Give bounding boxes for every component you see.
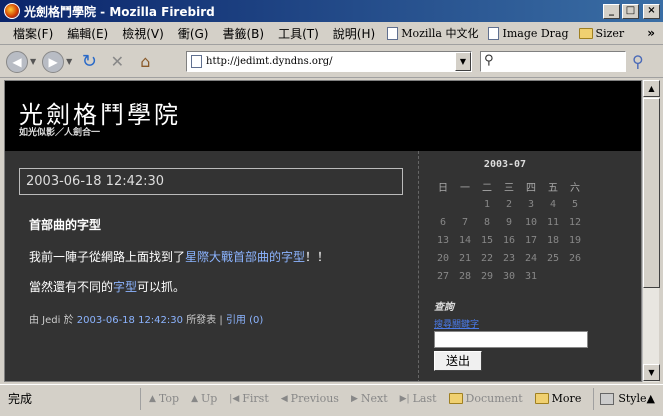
folder-icon xyxy=(448,393,463,404)
folder-icon xyxy=(534,393,549,404)
menu-file[interactable]: 檔案(F) xyxy=(6,23,60,44)
sidebar: 2003-07 日 一 二 三 四 五 六 12345 6 7 8 9 10 11 12 1… xyxy=(420,151,641,381)
maximize-button[interactable]: □ xyxy=(622,3,639,19)
status-text: 完成 xyxy=(0,387,141,410)
font-link[interactable]: 星際大戰首部曲的字型 xyxy=(185,250,305,264)
post-footer: 由 Jedi 於 2003-06-18 12:42:30 所發表 | 引用 (0… xyxy=(29,315,264,326)
post-title: 首部曲的字型 xyxy=(29,218,102,232)
previous-icon: ◀ xyxy=(280,393,288,404)
nav-up[interactable]: ▲ Up xyxy=(191,392,217,405)
menu-view[interactable]: 檢視(V) xyxy=(115,23,171,44)
scroll-up-icon[interactable]: ▲ xyxy=(643,80,660,97)
permalink[interactable]: 2003-06-18 12:42:30 xyxy=(77,315,183,326)
search-heading: 查詢 xyxy=(434,302,454,313)
page-icon xyxy=(488,26,500,40)
close-button[interactable]: × xyxy=(643,3,660,19)
site-subtitle: 如光似影／人劍合一 xyxy=(19,128,101,138)
post-date-header: 2003-06-18 12:42:30 xyxy=(19,168,403,195)
navigation-toolbar: ◀ ▼ ▶ ▼ ↻ ✕ ⌂ http://jedimt.dyndns.org/ … xyxy=(0,46,663,78)
menu-tools[interactable]: 工具(T) xyxy=(271,23,326,44)
nav-first[interactable]: |◀ First xyxy=(229,392,268,405)
search-input[interactable] xyxy=(499,54,619,66)
address-input[interactable]: http://jedimt.dyndns.org/ xyxy=(206,56,455,67)
calendar-caption: 2003-07 xyxy=(483,159,527,170)
up-arrow-icon: ▲ xyxy=(148,393,156,404)
bookmark-mozilla-zh[interactable]: Mozilla 中文化 xyxy=(382,23,483,43)
site-navigation-bar: ▲ Top ▲ Up |◀ First ◀ Previous ▶ Next ▶| Last … xyxy=(141,392,593,405)
search-icon: ⚲ xyxy=(484,53,494,68)
calendar-week: 27 28 29 30 31 xyxy=(436,270,538,282)
nav-next[interactable]: ▶ Next xyxy=(351,392,388,405)
menu-go[interactable]: 衝(G) xyxy=(171,23,216,44)
calendar-week: 12345 xyxy=(483,198,579,210)
calendar-week: 6 7 8 9 10 11 12 xyxy=(439,216,582,228)
title-bar: 光劍格鬥學院 - Mozilla Firebird _ □ × xyxy=(0,0,663,22)
reload-icon[interactable]: ↻ xyxy=(78,51,100,73)
scroll-thumb[interactable] xyxy=(643,98,660,288)
last-icon: ▶| xyxy=(399,393,410,404)
nav-document[interactable]: Document xyxy=(448,392,523,405)
search-submit-button[interactable]: 送出 xyxy=(434,351,482,371)
calendar: 日 一 二 三 四 五 六 12345 6 7 8 9 10 11 12 13 14 15 16 1… xyxy=(432,177,586,285)
window-title: 光劍格鬥學院 - Mozilla Firebird xyxy=(24,4,215,19)
nav-top[interactable]: ▲ Top xyxy=(149,392,179,405)
status-bar: 完成 ▲ Top ▲ Up |◀ First ◀ Previous ▶ Next ▶| La… xyxy=(0,384,663,412)
calendar-week: 13 14 15 16 17 18 19 xyxy=(436,234,582,246)
back-dropdown-icon[interactable]: ▼ xyxy=(30,57,36,66)
style-icon xyxy=(600,392,615,405)
scroll-down-icon[interactable]: ▼ xyxy=(643,364,660,381)
menu-bookmarks[interactable]: 書籤(B) xyxy=(215,23,271,44)
menu-help[interactable]: 說明(H) xyxy=(326,23,382,44)
site-search-input[interactable] xyxy=(434,331,588,348)
up-arrow-icon: ▲ xyxy=(191,393,198,404)
address-dropdown-button[interactable]: ▼ xyxy=(455,52,471,71)
search-keyword-link[interactable]: 搜尋關鍵字 xyxy=(434,317,479,330)
folder-icon xyxy=(578,27,593,39)
trackback-link[interactable]: 引用 (0) xyxy=(226,315,263,326)
back-button[interactable]: ◀ xyxy=(6,50,28,73)
minimize-button[interactable]: _ xyxy=(603,3,620,19)
menu-edit[interactable]: 編輯(E) xyxy=(60,23,115,44)
main-column: 2003-06-18 12:42:30 首部曲的字型 我前一陣子從網路上面找到了… xyxy=(5,151,419,381)
firebird-icon xyxy=(4,3,20,19)
nav-more[interactable]: More xyxy=(534,392,581,405)
fonts-link[interactable]: 字型 xyxy=(113,280,137,294)
style-button[interactable]: Style▲ xyxy=(593,387,663,410)
page-viewport: 光劍格鬥學院 如光似影／人劍合一 2003-06-18 12:42:30 首部曲… xyxy=(4,80,642,382)
search-go-icon[interactable]: ⚲ xyxy=(632,52,644,71)
page-icon xyxy=(191,55,202,68)
menu-bar: 檔案(F) 編輯(E) 檢視(V) 衝(G) 書籤(B) 工具(T) 說明(H)… xyxy=(0,22,663,45)
address-bar[interactable]: http://jedimt.dyndns.org/ ▼ xyxy=(186,51,472,72)
calendar-weekday-row: 日 一 二 三 四 五 六 xyxy=(438,182,580,194)
bookmark-image-drag[interactable]: Image Drag xyxy=(483,25,573,42)
bookmark-sizer[interactable]: Sizer xyxy=(574,25,630,42)
nav-last[interactable]: ▶| Last xyxy=(400,392,437,405)
forward-dropdown-icon[interactable]: ▼ xyxy=(66,57,72,66)
page-icon xyxy=(387,26,399,40)
site-header: 光劍格鬥學院 如光似影／人劍合一 xyxy=(5,81,641,151)
post-body-line-1: 我前一陣子從網路上面找到了星際大戰首部曲的字型！！ xyxy=(29,250,330,264)
nav-previous[interactable]: ◀ Previous xyxy=(281,392,339,405)
first-icon: |◀ xyxy=(229,393,240,404)
next-icon: ▶ xyxy=(350,393,358,404)
forward-button[interactable]: ▶ xyxy=(42,50,65,73)
post-body-line-2: 當然還有不同的字型可以抓。 xyxy=(29,280,186,294)
bookmarks-overflow-chevron[interactable]: » xyxy=(647,26,655,40)
calendar-week: 20 21 22 23 24 25 26 xyxy=(436,252,582,264)
home-icon[interactable]: ⌂ xyxy=(134,51,156,73)
vertical-scrollbar[interactable]: ▲ ▼ xyxy=(642,80,660,382)
search-box[interactable]: ⚲ xyxy=(480,51,626,72)
stop-icon[interactable]: ✕ xyxy=(106,51,128,73)
